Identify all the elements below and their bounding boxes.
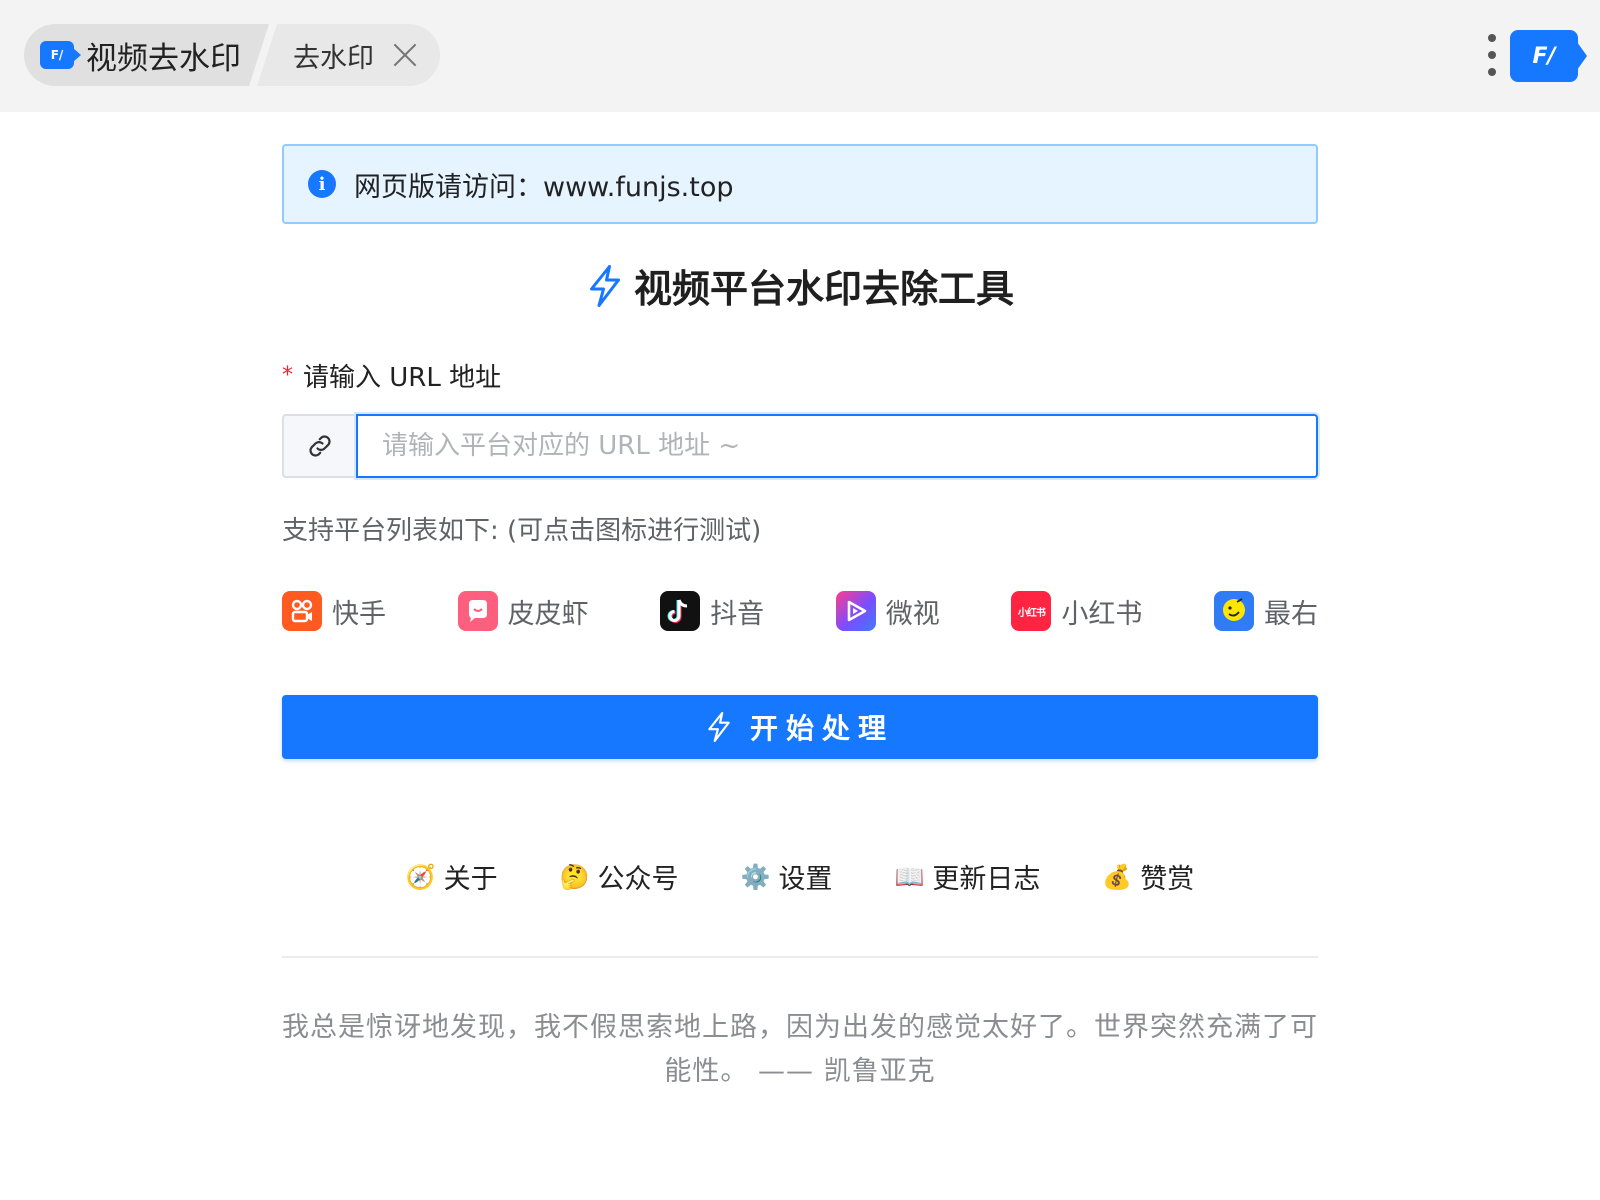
- quote-line-1: 我总是惊讶地发现，我不假思索地上路，因为出发的感觉太好了。世界突然充满了可: [282, 1006, 1318, 1050]
- url-form-label: * 请输入 URL 地址: [282, 357, 1318, 394]
- notice-text: 网页版请访问：www.funjs.top: [354, 165, 733, 204]
- notice-banner: i 网页版请访问：www.funjs.top: [282, 144, 1318, 224]
- platform-name: 快手: [332, 592, 386, 631]
- platform-list: 快手 皮皮虾 抖音: [282, 591, 1318, 631]
- footer-links: 🧭 关于 🤔 公众号 ⚙️ 设置 📖 更新日志 💰 赞赏: [282, 857, 1318, 896]
- start-processing-button[interactable]: 开始处理: [282, 695, 1318, 759]
- xiaohongshu-logo-text: 小红书: [1018, 604, 1045, 619]
- tab-remove-watermark[interactable]: 去水印: [257, 24, 440, 86]
- lightning-icon: [586, 265, 624, 307]
- link-official-account[interactable]: 🤔 公众号: [560, 857, 679, 896]
- link-label: 公众号: [598, 857, 679, 896]
- link-about[interactable]: 🧭 关于: [406, 857, 498, 896]
- tab-sub-label: 去水印: [293, 36, 374, 75]
- url-prefix: [282, 414, 356, 478]
- platform-name: 皮皮虾: [508, 592, 589, 631]
- platform-pipixia[interactable]: 皮皮虾: [458, 591, 589, 631]
- close-icon[interactable]: [392, 42, 418, 68]
- info-icon: i: [308, 170, 336, 198]
- lightning-icon: [706, 712, 732, 742]
- required-mark: *: [282, 363, 293, 388]
- quote: 我总是惊讶地发现，我不假思索地上路，因为出发的感觉太好了。世界突然充满了可 能性…: [282, 1006, 1318, 1094]
- compass-icon: 🧭: [406, 863, 436, 891]
- pipixia-glyph: [463, 596, 493, 626]
- app-logo-button[interactable]: F/: [1510, 30, 1578, 82]
- kuaishou-glyph: [288, 597, 316, 625]
- platform-kuaishou[interactable]: 快手: [282, 591, 386, 631]
- zuiyou-logo-icon: [1214, 591, 1254, 631]
- app-logo-text: F/: [1532, 44, 1555, 69]
- platform-zuiyou[interactable]: 最右: [1214, 591, 1318, 631]
- platform-weishi[interactable]: 微视: [836, 591, 940, 631]
- platform-xiaohongshu[interactable]: 小红书 小红书: [1011, 591, 1142, 631]
- page-title: 视频平台水印去除工具: [634, 258, 1014, 313]
- zuiyou-glyph: [1217, 594, 1251, 628]
- page-heading: 视频平台水印去除工具: [282, 258, 1318, 313]
- platform-douyin[interactable]: 抖音: [660, 591, 764, 631]
- douyin-glyph: [666, 596, 694, 626]
- url-input[interactable]: [356, 414, 1318, 478]
- douyin-logo-icon: [660, 591, 700, 631]
- weishi-logo-icon: [836, 591, 876, 631]
- gear-icon: ⚙️: [741, 863, 771, 891]
- url-input-group: [282, 414, 1318, 478]
- menu-dot: [1488, 34, 1496, 42]
- divider: [282, 956, 1318, 958]
- thinking-face-icon: 🤔: [560, 863, 590, 891]
- link-label: 赞赏: [1140, 857, 1194, 896]
- link-icon: [305, 431, 335, 461]
- tab-video-watermark[interactable]: F/ 视频去水印: [24, 24, 269, 86]
- platform-name: 最右: [1264, 592, 1318, 631]
- link-label: 设置: [778, 857, 832, 896]
- quote-line-2: 能性。 —— 凯鲁亚克: [282, 1050, 1318, 1094]
- link-changelog[interactable]: 📖 更新日志: [894, 857, 1040, 896]
- pipixia-logo-icon: [458, 591, 498, 631]
- link-settings[interactable]: ⚙️ 设置: [741, 857, 833, 896]
- more-menu-icon[interactable]: [1486, 34, 1498, 76]
- link-label: 关于: [444, 857, 498, 896]
- kuaishou-logo-icon: [282, 591, 322, 631]
- platform-name: 抖音: [710, 592, 764, 631]
- money-bag-icon: 💰: [1102, 863, 1132, 891]
- link-donate[interactable]: 💰 赞赏: [1102, 857, 1194, 896]
- xiaohongshu-logo-icon: 小红书: [1011, 591, 1051, 631]
- weishi-glyph: [842, 597, 870, 625]
- menu-dot: [1488, 68, 1496, 76]
- start-button-label: 开始处理: [750, 707, 894, 747]
- link-label: 更新日志: [932, 857, 1040, 896]
- tab-main-label: 视频去水印: [86, 33, 241, 78]
- app-icon-text: F/: [51, 48, 64, 62]
- platform-name: 微视: [886, 592, 940, 631]
- support-hint: 支持平台列表如下: (可点击图标进行测试): [282, 510, 1318, 547]
- title-bar: F/ 视频去水印 去水印 F/: [0, 0, 1600, 112]
- tab-strip: F/ 视频去水印 去水印: [24, 24, 440, 86]
- url-label-text: 请输入 URL 地址: [303, 357, 501, 394]
- menu-dot: [1488, 51, 1496, 59]
- main-content: i 网页版请访问：www.funjs.top 视频平台水印去除工具 * 请输入 …: [282, 144, 1318, 1094]
- open-book-icon: 📖: [894, 863, 924, 891]
- platform-name: 小红书: [1061, 592, 1142, 631]
- app-camera-icon: F/: [40, 41, 74, 69]
